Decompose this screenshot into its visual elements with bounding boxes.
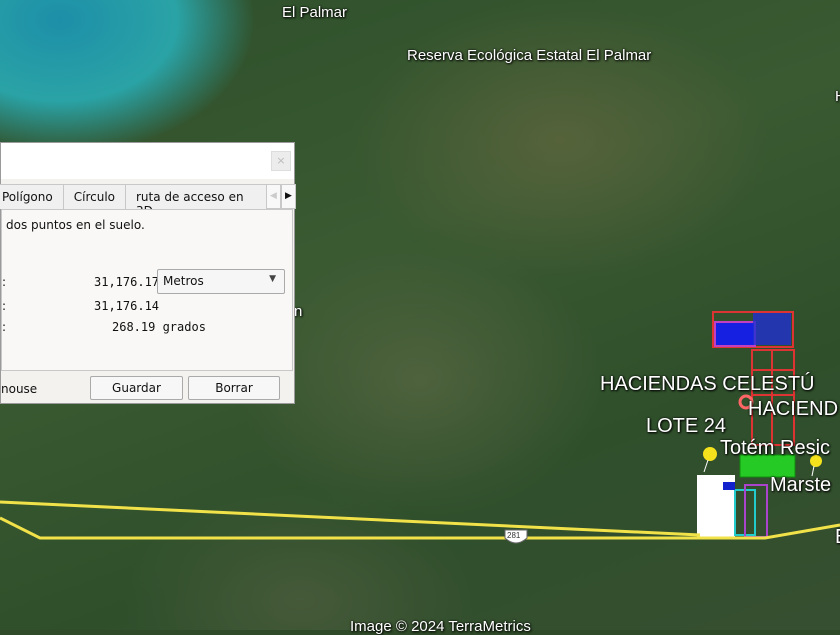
place-label[interactable]: El Palmar — [282, 4, 347, 21]
placemark-label[interactable]: LOTE 24 — [646, 415, 726, 438]
place-label[interactable]: Reserva Ecológica Estatal El Palmar — [407, 47, 651, 64]
highway-number: 281 — [507, 531, 521, 540]
pushpin-icon — [703, 447, 717, 473]
tab-bar: Polígono Círculo ruta de acceso en 3D ◀ … — [0, 184, 296, 218]
close-button[interactable]: × — [271, 151, 291, 171]
attribution: Image © 2024 TerraMetrics — [350, 618, 531, 635]
dialog-title-bar[interactable]: × — [1, 143, 294, 179]
heading-value: 268.19 grados — [112, 320, 206, 334]
placemark-label[interactable]: Marste — [770, 474, 831, 497]
tab-scroll-left-icon[interactable]: ◀ — [265, 184, 281, 209]
map-length-value: 31,176.17 — [94, 275, 160, 289]
unit-select[interactable]: Metros ▼ — [157, 269, 285, 294]
heading-label: : — [2, 320, 7, 334]
tab-3d-path[interactable]: ruta de acceso en 3D — [125, 184, 267, 218]
placemark-label[interactable]: HACIENDAS CELESTÚ — [600, 373, 815, 396]
ground-length-label: : — [2, 299, 7, 313]
save-button[interactable]: Guardar — [90, 376, 183, 400]
chevron-down-icon: ▼ — [269, 274, 276, 284]
mouse-navigation-checkbox-label[interactable]: nouse — [1, 382, 37, 396]
clear-button[interactable]: Borrar — [188, 376, 280, 400]
ruler-dialog: × Polígono Círculo ruta de acceso en 3D … — [0, 142, 296, 404]
tab-scroll-right-icon[interactable]: ▶ — [280, 184, 296, 209]
map-length-label: : — [2, 275, 7, 289]
place-label[interactable]: H — [835, 88, 840, 105]
instruction-text: dos puntos en el suelo. — [6, 218, 145, 232]
tab-circle[interactable]: Círculo — [62, 184, 126, 209]
unit-value: Metros — [163, 274, 204, 288]
line-tab-pane: dos puntos en el suelo. : 31,176.17 Metr… — [1, 209, 293, 371]
tab-polygon[interactable]: Polígono — [0, 184, 64, 209]
ground-length-value: 31,176.14 — [94, 299, 160, 313]
placemark-label[interactable]: Totém Resic — [720, 437, 830, 460]
placemark-label[interactable]: HACIEND — [748, 398, 838, 421]
placemark-label[interactable]: E — [835, 526, 840, 549]
place-label[interactable]: n — [294, 303, 302, 320]
